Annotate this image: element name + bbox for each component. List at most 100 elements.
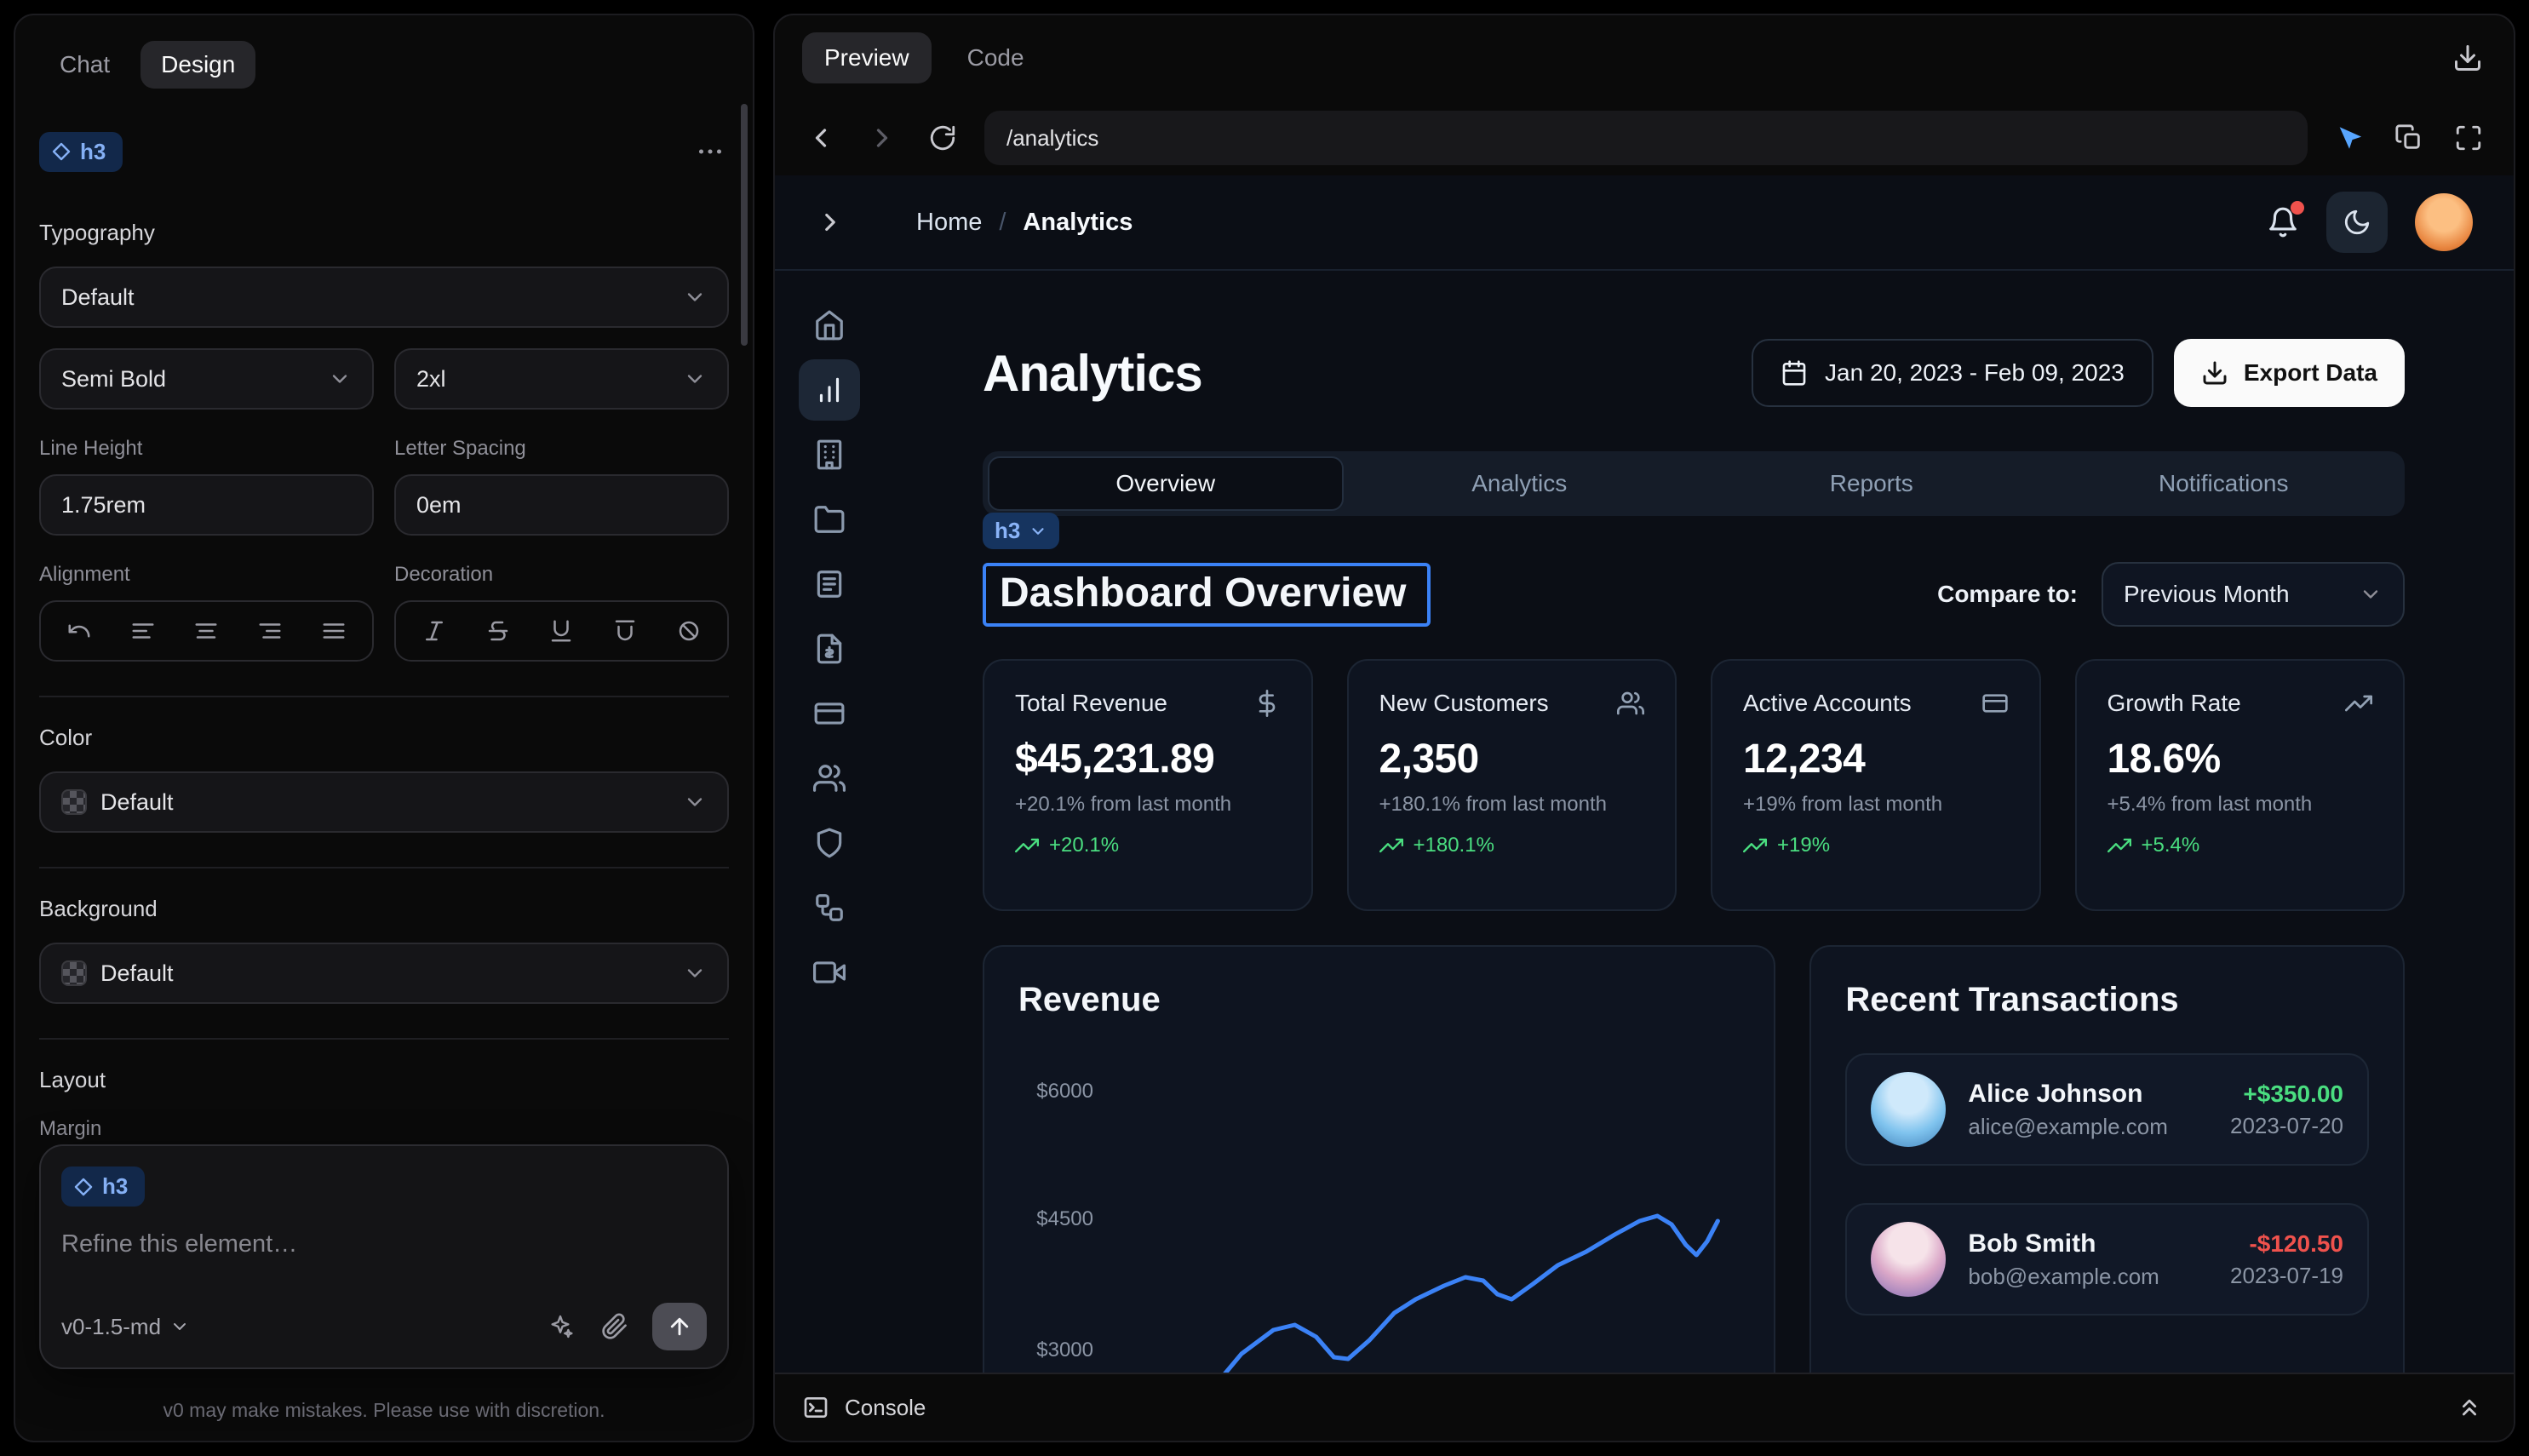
model-select[interactable]: v0-1.5-md [61,1314,190,1340]
ellipsis-icon [695,136,725,167]
line-height-input[interactable]: 1.75rem [39,474,374,536]
sidebar-item-invoices[interactable] [799,618,860,679]
dashboard-topbar: Home / Analytics [775,175,2514,271]
tab-design[interactable]: Design [140,41,255,89]
home-icon [813,309,846,341]
sidebar-item-projects[interactable] [799,489,860,550]
background-select[interactable]: Default [39,943,729,1004]
maximize-icon [2454,123,2483,152]
forward-button[interactable] [863,119,901,157]
sidebar-item-security[interactable] [799,812,860,874]
tab-analytics[interactable]: Analytics [1344,456,1696,511]
attach-file-button[interactable] [598,1310,632,1344]
tab-preview[interactable]: Preview [802,32,932,83]
selection-outline[interactable]: Dashboard Overview [983,563,1431,627]
dashboard-tabs: Overview Analytics Reports Notifications [983,451,2405,516]
selected-element-badge[interactable]: h3 [39,132,123,172]
sidebar-item-organization[interactable] [799,424,860,485]
date-range-picker[interactable]: Jan 20, 2023 - Feb 09, 2023 [1752,339,2153,407]
transaction-email: bob@example.com [1968,1264,2159,1290]
revenue-chart-title: Revenue [1018,981,1740,1019]
line-height-label: Line Height [39,437,374,461]
sidebar-item-notes[interactable] [799,553,860,615]
transactions-list: Alice Johnson alice@example.com +$350.00… [1845,1053,2369,1316]
model-name: v0-1.5-md [61,1314,161,1340]
chat-input[interactable]: Refine this element… [61,1230,707,1258]
align-center-button[interactable] [175,607,238,655]
users-icon [813,762,846,794]
align-left-button[interactable] [112,607,175,655]
inspect-element-button[interactable] [2331,120,2367,156]
selected-element-chip[interactable]: h3 [983,513,1059,549]
align-right-button[interactable] [238,607,302,655]
underline-button[interactable] [530,607,594,655]
align-justify-button[interactable] [301,607,365,655]
tab-chat[interactable]: Chat [39,41,130,89]
trending-up-icon [1015,834,1039,857]
refresh-button[interactable] [925,120,961,156]
reset-alignment-button[interactable] [48,607,112,655]
color-select[interactable]: Default [39,771,729,833]
avatar [1871,1222,1946,1297]
letter-spacing-input[interactable]: 0em [394,474,729,536]
tab-code[interactable]: Code [945,32,1047,83]
calendar-icon [1781,359,1808,387]
console-bar[interactable]: Console [775,1373,2514,1441]
stat-card-total-revenue: Total Revenue $45,231.89 +20.1% from las… [983,659,1313,911]
transaction-name: Alice Johnson [1968,1080,2167,1109]
transaction-row[interactable]: Alice Johnson alice@example.com +$350.00… [1845,1053,2369,1166]
fullscreen-button[interactable] [2451,120,2486,156]
italic-button[interactable] [403,607,467,655]
enhance-prompt-button[interactable] [543,1310,577,1344]
theme-toggle-button[interactable] [2326,192,2388,253]
download-project-button[interactable] [2449,39,2486,77]
page-title: Analytics [983,344,1202,403]
tab-overview[interactable]: Overview [988,456,1344,511]
tab-reports[interactable]: Reports [1695,456,2048,511]
notifications-button[interactable] [2267,206,2299,238]
sidebar-item-home[interactable] [799,295,860,356]
refresh-icon [928,123,957,152]
font-weight-select[interactable]: Semi Bold [39,348,374,410]
transactions-title: Recent Transactions [1845,981,2369,1019]
console-expand-button[interactable] [2452,1390,2486,1424]
font-family-select[interactable]: Default [39,267,729,328]
preview-viewport: Home / Analytics [775,175,2514,1373]
chevrons-up-icon [2456,1394,2483,1421]
sidebar-toggle-button[interactable] [812,204,848,240]
tab-notifications[interactable]: Notifications [2048,456,2400,511]
scrollbar[interactable] [741,104,748,346]
send-button[interactable] [652,1303,707,1350]
sidebar-item-billing[interactable] [799,683,860,744]
sidebar-item-analytics[interactable] [799,359,860,421]
compare-select[interactable]: Previous Month [2102,562,2405,627]
align-justify-icon [321,618,347,644]
stat-value: 12,234 [1743,736,2009,782]
font-size-select[interactable]: 2xl [394,348,729,410]
open-in-new-button[interactable] [2391,120,2427,156]
stat-title: Growth Rate [2108,690,2241,717]
credit-card-icon [1981,690,2009,717]
stat-value: 2,350 [1379,736,1645,782]
breadcrumb-home-link[interactable]: Home [916,209,982,237]
user-avatar[interactable] [2415,193,2473,251]
more-options-button[interactable] [691,133,729,170]
url-input[interactable]: /analytics [984,111,2308,165]
stat-cards: Total Revenue $45,231.89 +20.1% from las… [983,659,2405,911]
trending-up-icon [2108,834,2131,857]
back-button[interactable] [802,119,840,157]
overline-button[interactable] [594,607,657,655]
chevron-down-icon [683,285,707,309]
sidebar-item-workflows[interactable] [799,877,860,938]
export-data-button[interactable]: Export Data [2174,339,2405,407]
clear-decoration-button[interactable] [657,607,720,655]
chat-element-badge[interactable]: h3 [61,1167,145,1207]
sidebar-item-users[interactable] [799,748,860,809]
transaction-row[interactable]: Bob Smith bob@example.com -$120.50 2023-… [1845,1203,2369,1316]
sidebar-item-video[interactable] [799,942,860,1003]
v0-app: Chat Design h3 Typography Default Semi B… [0,0,2529,1456]
chevron-down-icon [328,367,352,391]
background-value: Default [100,960,174,987]
strikethrough-button[interactable] [467,607,530,655]
chevron-right-icon [867,123,897,153]
